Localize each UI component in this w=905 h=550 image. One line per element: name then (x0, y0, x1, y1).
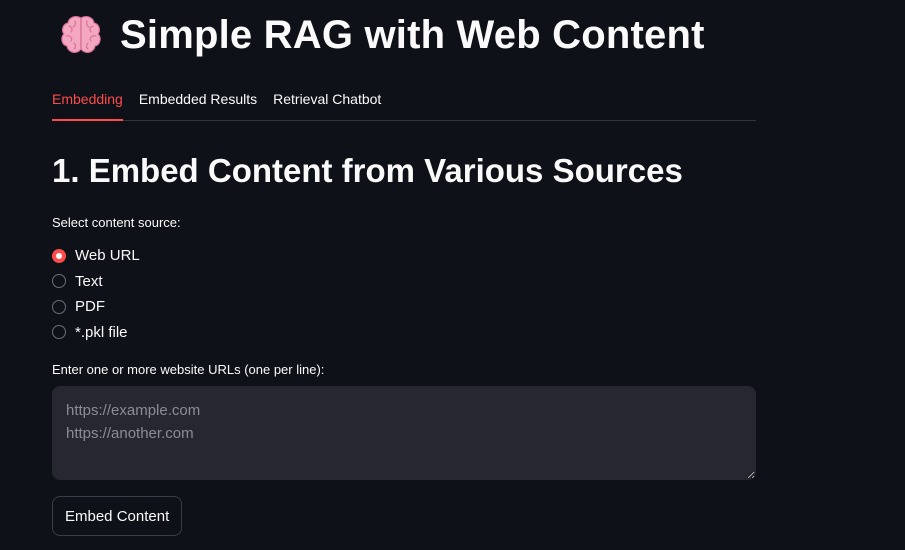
section-heading: 1. Embed Content from Various Sources (52, 152, 683, 189)
tab-retrieval-chatbot[interactable]: Retrieval Chatbot (273, 78, 381, 120)
radio-option-web-url[interactable]: Web URL (52, 243, 140, 269)
brain-icon (58, 12, 104, 58)
radio-option-pdf[interactable]: PDF (52, 294, 140, 320)
app-page: Simple RAG with Web Content Embedding Em… (0, 0, 905, 550)
radio-option-text[interactable]: Text (52, 269, 140, 295)
tab-embedding[interactable]: Embedding (52, 78, 123, 121)
radio-option-label: Text (75, 272, 103, 290)
content-source-label: Select content source: (52, 215, 181, 230)
radio-option-pkl-file[interactable]: *.pkl file (52, 320, 140, 346)
radio-checked-icon[interactable] (52, 248, 66, 263)
title-row: Simple RAG with Web Content (58, 12, 705, 58)
radio-option-label: *.pkl file (75, 323, 128, 341)
radio-unchecked-icon[interactable] (52, 325, 66, 340)
tab-bar: Embedding Embedded Results Retrieval Cha… (52, 78, 756, 121)
embed-content-button[interactable]: Embed Content (52, 496, 183, 536)
radio-unchecked-icon[interactable] (52, 299, 66, 314)
url-input-label: Enter one or more website URLs (one per … (52, 362, 325, 377)
page-title: Simple RAG with Web Content (120, 12, 705, 57)
url-textarea[interactable] (52, 386, 756, 480)
radio-unchecked-icon[interactable] (52, 274, 66, 289)
tab-embedded-results[interactable]: Embedded Results (139, 78, 257, 120)
radio-option-label: Web URL (75, 247, 140, 265)
radio-option-label: PDF (75, 298, 105, 316)
content-source-radio-group: Web URL Text PDF *.pkl file (52, 243, 140, 345)
